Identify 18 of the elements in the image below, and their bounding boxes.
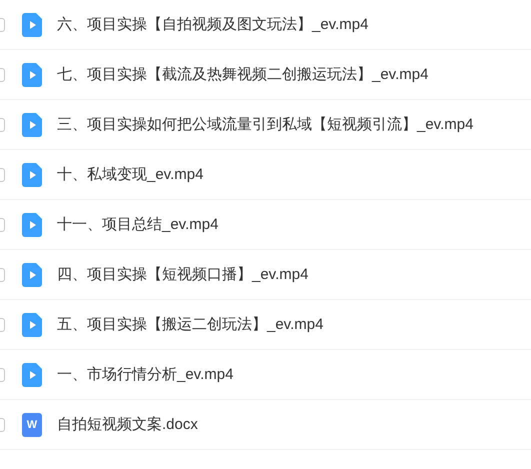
video-file-icon xyxy=(22,212,42,236)
video-file-icon xyxy=(22,362,42,386)
file-name[interactable]: 十、私域变现_ev.mp4 xyxy=(57,165,204,184)
file-name[interactable]: 六、项目实操【自拍视频及图文玩法】_ev.mp4 xyxy=(57,15,368,34)
video-file-icon xyxy=(22,262,42,286)
file-name[interactable]: 一、市场行情分析_ev.mp4 xyxy=(57,365,234,384)
file-name[interactable]: 十一、项目总结_ev.mp4 xyxy=(57,215,218,234)
word-file-icon: W xyxy=(22,412,42,436)
file-name[interactable]: 五、项目实操【搬运二创玩法】_ev.mp4 xyxy=(57,315,324,334)
video-file-icon xyxy=(22,312,42,336)
video-file-icon xyxy=(22,12,42,36)
file-name[interactable]: 三、项目实操如何把公域流量引到私域【短视频引流】_ev.mp4 xyxy=(57,115,474,134)
file-name[interactable]: 自拍短视频文案.docx xyxy=(57,415,198,434)
video-file-icon xyxy=(22,112,42,136)
file-name[interactable]: 七、项目实操【截流及热舞视频二创搬运玩法】_ev.mp4 xyxy=(57,65,428,84)
file-name[interactable]: 四、项目实操【短视频口播】_ev.mp4 xyxy=(57,265,308,284)
video-file-icon xyxy=(22,62,42,86)
video-file-icon xyxy=(22,162,42,186)
